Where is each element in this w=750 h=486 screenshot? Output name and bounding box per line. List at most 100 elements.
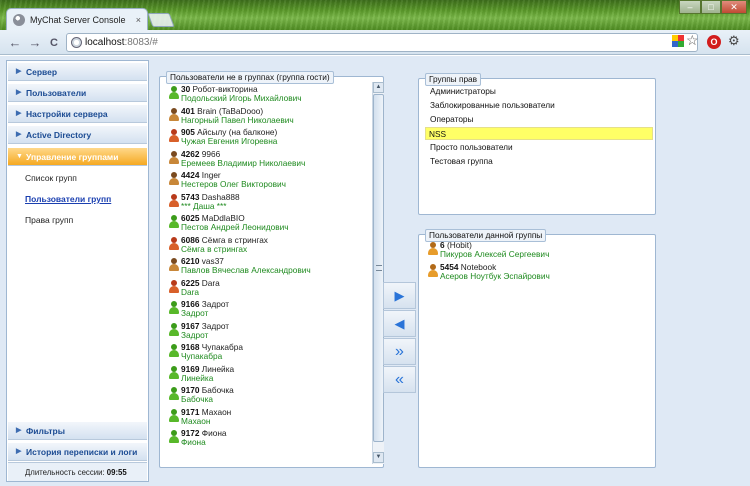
sidebar-section-filters[interactable]: ▶ Фильтры — [8, 422, 147, 440]
user-avatar-icon — [168, 193, 179, 208]
user-avatar-icon — [168, 408, 179, 423]
rights-group-item[interactable]: Операторы — [427, 113, 657, 126]
forward-button[interactable]: → — [26, 34, 44, 52]
user-avatar-icon — [168, 236, 179, 251]
scroll-down-button[interactable]: ▼ — [373, 452, 384, 463]
expand-arrow-icon: ▶ — [16, 89, 22, 96]
user-fullname: Задрот — [181, 329, 209, 340]
minimize-button[interactable]: – — [679, 0, 701, 14]
user-nick: Сёмга в стрингах — [201, 234, 268, 245]
user-fullname: Чужая Евгения Игоревна — [181, 136, 278, 146]
url-text: localhost:8083/# — [85, 37, 158, 48]
sidebar-section-label: Сервер — [26, 67, 58, 77]
user-nick: Dasha888 — [201, 191, 240, 202]
remove-all-from-group-button[interactable]: « — [383, 366, 416, 393]
sidebar-section-label: Настройки сервера — [26, 109, 108, 119]
rights-group-item[interactable]: Тестовая группа — [427, 155, 657, 168]
sidebar-section-label: История переписки и логи — [26, 447, 138, 457]
user-fullname: Сёмга в стрингах — [181, 243, 248, 254]
expand-arrow-icon: ▶ — [16, 68, 22, 75]
user-fullname: Dara — [181, 286, 199, 297]
user-uin: 4262 — [181, 148, 200, 159]
user-avatar-icon — [427, 263, 438, 278]
bookmark-star-icon[interactable]: ☆ — [686, 32, 699, 49]
sidebar-section-server-settings[interactable]: ▶ Настройки сервера — [8, 105, 147, 123]
user-uin: 401 — [181, 105, 195, 116]
mychat-favicon-icon — [13, 13, 25, 26]
address-bar[interactable]: localhost:8083/# — [66, 33, 698, 52]
user-uin: 6225 — [181, 277, 200, 288]
rights-group-item[interactable]: NSS — [425, 127, 653, 140]
user-fullname: Нестеров Олег Викторович — [181, 179, 286, 189]
user-fullname: *** Даша *** — [181, 200, 227, 211]
sidebar-section-group-management[interactable]: ▼ Управление группами — [8, 148, 147, 166]
back-button[interactable]: ← — [6, 34, 24, 52]
user-fullname: Еремеев Владимир Николаевич — [181, 157, 306, 168]
user-fullname: Асеров Ноутбук Эспайрович — [440, 270, 550, 281]
maximize-button[interactable]: □ — [701, 0, 721, 14]
user-uin: 6086 — [181, 234, 200, 245]
collapse-arrow-icon: ▼ — [16, 153, 23, 160]
user-fullname: Нагорный Павел Николаевич — [181, 114, 294, 125]
sidebar: ▶ Сервер ▶ Пользователи ▶ Настройки сервера… — [6, 60, 149, 482]
user-uin: 5743 — [181, 191, 200, 202]
user-fullname: Чупакабра — [181, 351, 223, 361]
user-fullname: Подольский Игорь Михайлович — [181, 93, 302, 103]
user-avatar-icon — [168, 86, 179, 100]
scroll-up-button[interactable]: ▲ — [373, 82, 384, 93]
user-avatar-icon — [168, 172, 179, 186]
rights-group-item[interactable]: Просто пользователи — [427, 141, 657, 154]
page-action-icon[interactable] — [672, 35, 684, 47]
sidebar-section-history-logs[interactable]: ▶ История переписки и логи — [8, 443, 147, 461]
user-avatar-icon — [168, 150, 179, 165]
sidebar-link-group-list[interactable]: Список групп — [25, 173, 77, 183]
user-avatar-icon — [168, 129, 179, 143]
browser-tab[interactable]: MyChat Server Console × — [6, 8, 148, 30]
user-fullname: Фиона — [181, 437, 206, 447]
user-fullname: Бабочка — [181, 394, 213, 404]
browser-toolbar: ← → C localhost:8083/# ☆ O ⚙ — [0, 30, 750, 55]
sidebar-section-label: Active Directory — [26, 130, 92, 140]
sidebar-section-users[interactable]: ▶ Пользователи — [8, 84, 147, 102]
expand-arrow-icon: ▶ — [16, 427, 22, 434]
rights-group-item[interactable]: Администраторы — [427, 85, 657, 98]
close-window-button[interactable]: ✕ — [721, 0, 747, 14]
ungrouped-users-panel: Пользователи не в группах (группа гости)… — [159, 71, 384, 468]
sidebar-section-label: Фильтры — [26, 426, 65, 436]
sidebar-link-group-users[interactable]: Пользователи групп — [25, 194, 111, 204]
session-value: 09:55 — [106, 468, 127, 477]
rights-group-item[interactable]: Заблокированные пользователи — [427, 99, 657, 112]
add-all-to-group-button[interactable]: » — [383, 338, 416, 365]
user-nick: Notebook — [460, 261, 497, 272]
new-tab-button[interactable] — [147, 13, 175, 27]
list-scrollbar[interactable]: ▲ ▼ — [372, 82, 384, 464]
wrench-menu-icon[interactable]: ⚙ — [728, 33, 740, 49]
rights-groups-panel: Группы прав Администраторы Заблокированны… — [418, 73, 657, 215]
user-uin: 5454 — [440, 261, 459, 272]
user-nick: Линейка — [201, 363, 235, 374]
user-avatar-icon — [168, 387, 179, 401]
extension-icon[interactable]: O — [707, 35, 721, 49]
panel-title: Пользователи не в группах (группа гости) — [166, 71, 334, 84]
user-avatar-icon — [168, 279, 179, 294]
expand-arrow-icon: ▶ — [16, 448, 22, 455]
sidebar-section-server[interactable]: ▶ Сервер — [8, 63, 147, 81]
sidebar-link-group-rights[interactable]: Права групп — [25, 215, 73, 225]
remove-from-group-button[interactable]: ◀ — [383, 310, 416, 337]
sidebar-section-label: Управление группами — [26, 152, 119, 162]
sidebar-section-label: Пользователи — [26, 88, 87, 98]
user-uin: 9167 — [181, 320, 200, 331]
expand-arrow-icon: ▶ — [16, 110, 22, 117]
user-nick: Задрот — [201, 320, 230, 331]
sidebar-section-active-directory[interactable]: ▶ Active Directory — [8, 126, 147, 144]
user-avatar-icon — [168, 301, 179, 315]
reload-button[interactable]: C — [45, 34, 63, 52]
user-nick: Brain (TaBaDooo) — [197, 105, 264, 116]
user-uin: 9171 — [181, 406, 200, 417]
user-fullname: Махаон — [181, 415, 211, 426]
user-avatar-icon — [427, 242, 438, 256]
user-avatar-icon — [168, 365, 179, 380]
add-to-group-button[interactable]: ▶ — [383, 282, 416, 309]
tab-close-icon[interactable]: × — [136, 15, 141, 25]
user-avatar-icon — [168, 322, 179, 337]
